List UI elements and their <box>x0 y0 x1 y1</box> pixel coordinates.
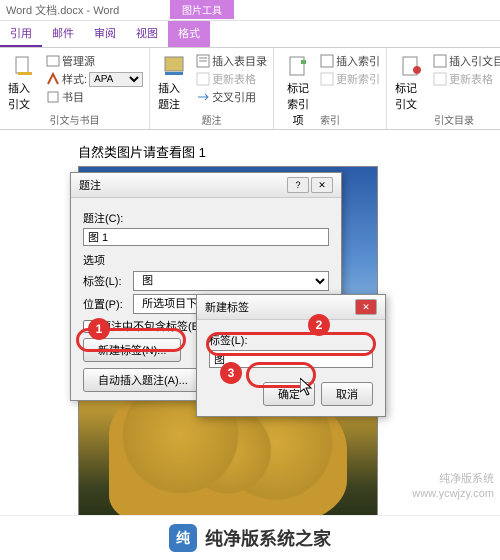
cancel-button[interactable]: 取消 <box>321 382 373 406</box>
update-index-button[interactable]: 更新索引 <box>320 70 380 88</box>
update-toa-icon <box>433 72 447 86</box>
cursor-icon <box>300 378 316 398</box>
mark-citation-button[interactable]: 标记引文 <box>393 52 429 114</box>
position-label: 位置(P): <box>83 296 127 312</box>
style-icon <box>46 72 60 86</box>
tab-review[interactable]: 审阅 <box>84 21 126 47</box>
watermark: 纯净版系统 www.ycwjzy.com <box>412 472 494 501</box>
cross-ref-label: 交叉引用 <box>212 89 256 105</box>
caption-field-label: 题注(C): <box>83 210 329 226</box>
footer-text: 纯净版系统之家 <box>205 525 331 551</box>
update-table-label: 更新表格 <box>212 71 256 87</box>
update-toa-label: 更新表格 <box>449 71 493 87</box>
window-title: Word 文档.docx - Word <box>6 2 119 18</box>
tab-format[interactable]: 格式 <box>168 21 210 47</box>
close-button[interactable]: ✕ <box>311 177 333 193</box>
insert-index-icon <box>320 54 334 68</box>
insert-caption-button[interactable]: 插入题注 <box>156 52 192 114</box>
annotation-marker-3: 3 <box>220 362 242 384</box>
cross-ref-button[interactable]: 交叉引用 <box>196 88 267 106</box>
bibliography-button[interactable]: 书目 <box>46 88 143 106</box>
manage-sources-button[interactable]: 管理源 <box>46 52 143 70</box>
update-icon <box>196 72 210 86</box>
update-index-icon <box>320 72 334 86</box>
watermark-line2: www.ycwjzy.com <box>412 487 494 501</box>
insert-toa-label: 插入引文目录 <box>449 53 500 69</box>
group-label-index: 索引 <box>274 112 386 127</box>
document-caption-text[interactable]: 自然类图片请查看图 1 <box>78 145 206 160</box>
style-label: 样式: <box>62 71 87 87</box>
annotation-highlight-2 <box>206 332 376 356</box>
tab-references[interactable]: 引用 <box>0 21 42 47</box>
ribbon-group-authorities: 标记引文 插入引文目录 更新表格 引文目录 <box>387 48 500 129</box>
mark-citation-label: 标记引文 <box>395 80 427 112</box>
ribbon-group-index: 标记索引项 插入索引 更新索引 索引 <box>274 48 387 129</box>
insert-citation-label: 插入引文 <box>8 80 40 112</box>
update-index-label: 更新索引 <box>336 71 380 87</box>
biblio-icon <box>46 90 60 104</box>
tof-icon <box>196 54 210 68</box>
annotation-marker-1: 1 <box>88 318 110 340</box>
insert-tof-label: 插入表目录 <box>212 53 267 69</box>
ribbon: 插入引文 管理源 样式:APA 书目 引文与书目 插入题注 插入表目录 更新表格… <box>0 48 500 130</box>
footer: 纯 纯净版系统之家 <box>0 515 500 559</box>
bibliography-label: 书目 <box>62 89 84 105</box>
sources-icon <box>46 54 60 68</box>
insert-caption-label: 插入题注 <box>158 80 190 112</box>
insert-index-label: 插入索引 <box>336 53 380 69</box>
tag-label: 标签(L): <box>83 273 127 289</box>
context-tab-label: 图片工具 <box>170 0 234 19</box>
watermark-line1: 纯净版系统 <box>412 472 494 486</box>
insert-tof-button[interactable]: 插入表目录 <box>196 52 267 70</box>
close-button[interactable]: ✕ <box>355 299 377 315</box>
ribbon-tabs: 引用 邮件 审阅 视图 格式 <box>0 21 500 48</box>
ribbon-group-citations: 插入引文 管理源 样式:APA 书目 引文与书目 <box>0 48 150 129</box>
toa-icon <box>433 54 447 68</box>
caption-dialog-title: 题注 <box>79 177 101 193</box>
tab-view[interactable]: 视图 <box>126 21 168 47</box>
group-label-authorities: 引文目录 <box>387 112 500 127</box>
ribbon-group-captions: 插入题注 插入表目录 更新表格 交叉引用 题注 <box>150 48 274 129</box>
insert-toa-button[interactable]: 插入引文目录 <box>433 52 500 70</box>
caption-input[interactable] <box>83 228 329 246</box>
crossref-icon <box>196 90 210 104</box>
new-label-dialog-title: 新建标签 <box>205 299 249 315</box>
caption-icon <box>162 54 186 78</box>
caption-dialog-titlebar[interactable]: 题注 ? ✕ <box>71 173 341 198</box>
footer-logo-icon: 纯 <box>169 524 197 552</box>
help-button[interactable]: ? <box>287 177 309 193</box>
tag-select[interactable]: 图 <box>133 271 329 291</box>
mark-cite-icon <box>399 54 423 78</box>
group-label-captions: 题注 <box>150 112 273 127</box>
index-icon <box>286 54 310 78</box>
insert-index-button[interactable]: 插入索引 <box>320 52 380 70</box>
update-table-button[interactable]: 更新表格 <box>196 70 267 88</box>
update-toa-button[interactable]: 更新表格 <box>433 70 500 88</box>
auto-caption-button[interactable]: 自动插入题注(A)... <box>83 368 203 392</box>
citation-icon <box>12 54 36 78</box>
tab-mailings[interactable]: 邮件 <box>42 21 84 47</box>
annotation-marker-2: 2 <box>308 314 330 336</box>
insert-citation-button[interactable]: 插入引文 <box>6 52 42 114</box>
title-bar: Word 文档.docx - Word <box>0 0 500 21</box>
manage-sources-label: 管理源 <box>62 53 95 69</box>
style-select[interactable]: APA <box>89 72 143 87</box>
new-label-dialog-titlebar[interactable]: 新建标签 ✕ <box>197 295 385 320</box>
style-selector[interactable]: 样式:APA <box>46 70 143 88</box>
group-label-citations: 引文与书目 <box>0 112 149 127</box>
options-label: 选项 <box>83 252 329 268</box>
